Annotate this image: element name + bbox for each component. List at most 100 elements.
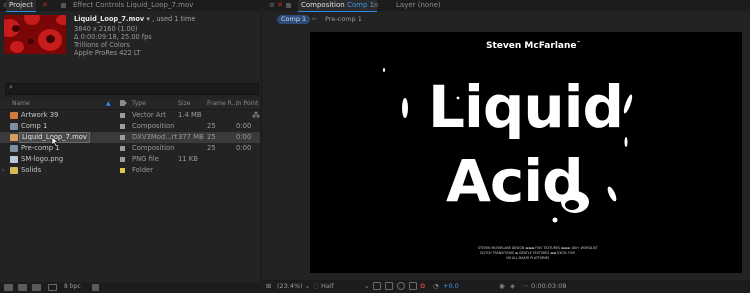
viewer-toolbar: ⊞ (23.4%) ⌄ ◌ Half ⌄ ✿ ◔ +0.0 ◉ ◈ ⋯ 0:00…	[263, 280, 750, 293]
trash-icon[interactable]	[92, 284, 99, 291]
viewer-tabbar: ≡ ✕ Composition Comp 1 ≡ Layer (none)	[263, 0, 750, 12]
grid-guides-icon[interactable]	[397, 282, 405, 290]
label-color-swatch[interactable]	[120, 135, 125, 140]
column-frame-rate[interactable]: Frame R...	[207, 100, 237, 107]
project-item[interactable]: Comp 1 Composition 25 0:00	[0, 121, 260, 132]
item-name: Solids	[21, 166, 42, 174]
search-input[interactable]: ⌕	[5, 83, 259, 95]
footage-icon	[10, 134, 18, 141]
tab-effect-controls-label: Effect Controls	[73, 1, 125, 9]
column-size[interactable]: Size	[178, 100, 190, 107]
label-color-swatch[interactable]	[120, 168, 125, 173]
column-name[interactable]: Name	[12, 100, 30, 107]
zoom-value: (23.4%)	[277, 282, 303, 290]
item-frame-rate: 25	[207, 133, 216, 141]
footage-name: Liquid_Loop_7.mov	[74, 15, 145, 23]
project-panel: ≡ Project ✕ Effect Controls Liquid_Loop_…	[0, 0, 260, 293]
bit-depth-label[interactable]: 8 bpc	[64, 283, 81, 290]
label-color-swatch[interactable]	[120, 146, 125, 151]
close-icon[interactable]: ✕	[274, 0, 286, 11]
item-size: 377 MB	[178, 133, 204, 141]
item-type: PNG file	[132, 155, 159, 163]
color-management-icon[interactable]: ✿	[420, 281, 425, 291]
item-size: 1.4 MB	[178, 111, 202, 119]
tab-composition-label: Composition	[301, 1, 345, 9]
transparency-grid-icon[interactable]	[385, 282, 393, 290]
vector-art-icon	[10, 112, 18, 119]
png-file-icon	[10, 156, 18, 163]
item-name: Artwork 39	[21, 111, 59, 119]
project-item[interactable]: Artwork 39 Vector Art 1.4 MB ⁂	[0, 110, 260, 121]
tab-layer[interactable]: Layer (none)	[393, 0, 444, 11]
effect-controls-lock-icon[interactable]	[61, 3, 66, 8]
always-preview-icon[interactable]: ⊞	[266, 281, 271, 291]
liquid-splash-shapes	[383, 68, 633, 223]
item-name: SM-logo.png	[21, 155, 64, 163]
footage-thumbnail	[4, 15, 66, 54]
show-snapshot-icon[interactable]: ◈	[510, 281, 515, 291]
subtab-comp-1[interactable]: Comp 1	[277, 15, 311, 24]
folder-icon	[10, 167, 18, 174]
column-header: Name ▲ Type Size Frame R... In Point	[0, 99, 260, 110]
exposure-value[interactable]: +0.0	[443, 281, 459, 291]
mask-icon[interactable]: ◌	[313, 281, 319, 291]
new-folder-icon[interactable]	[18, 284, 27, 291]
footage-codec: Apple ProRes 422 LT	[74, 49, 141, 57]
new-composition-icon[interactable]	[32, 284, 41, 291]
item-in-point: 0:00	[236, 122, 252, 130]
project-item[interactable]: Pre-comp 1 Composition 25 0:00	[0, 143, 260, 154]
tab-project[interactable]: Project	[6, 0, 36, 12]
current-time[interactable]: 0:00:03:08	[531, 281, 567, 291]
sort-icon[interactable]: ▲	[106, 100, 111, 107]
item-in-point: 0:00	[236, 144, 252, 152]
item-type: Composition	[132, 122, 175, 130]
tab-effect-controls[interactable]: Effect Controls Liquid_Loop_7.mov	[70, 0, 196, 11]
credits-line-1: STEVEN MCFARLANE DESIGN ▬▬▬ FIVE TEXTURE…	[478, 246, 598, 250]
region-of-interest-icon[interactable]	[373, 282, 381, 290]
show-channel-icon[interactable]: ⋯	[522, 281, 529, 291]
subtab-pre-comp-1[interactable]: Pre-comp 1	[321, 15, 366, 24]
item-type: DXV3Mod...rt	[132, 133, 178, 141]
item-type: Folder	[132, 166, 154, 174]
project-item[interactable]: › Solids Folder	[0, 165, 260, 176]
zoom-dropdown[interactable]: (23.4%) ⌄	[277, 281, 310, 291]
channel-icon[interactable]	[409, 282, 417, 290]
comp-navigator: Comp 1 ← Pre-comp 1	[263, 13, 750, 26]
item-type: Vector Art	[132, 111, 166, 119]
interpret-footage-icon[interactable]	[4, 284, 13, 291]
resolution-dropdown[interactable]: Half ⌄	[321, 281, 370, 291]
label-color-swatch[interactable]	[120, 157, 125, 162]
credits-line-3: ON ALL MAJOR PLATFORMS	[506, 256, 550, 260]
item-frame-rate: 25	[207, 122, 216, 130]
project-tabbar: ≡ Project ✕ Effect Controls Liquid_Loop_…	[0, 0, 260, 12]
label-color-swatch[interactable]	[120, 124, 125, 129]
composition-icon	[10, 145, 18, 152]
close-icon[interactable]: ✕	[39, 0, 51, 11]
composition-lock-icon[interactable]	[286, 3, 291, 8]
expand-arrow-icon[interactable]: ›	[2, 165, 4, 176]
project-settings-icon[interactable]	[48, 284, 57, 291]
item-in-point: 0:00	[236, 133, 252, 141]
item-name: Comp 1	[21, 122, 48, 130]
composition-canvas[interactable]: Steven McFarlane™ Liquid Acid STEVEN MCF…	[310, 32, 742, 273]
chevron-down-icon: ⌄	[364, 282, 370, 290]
exposure-reset-icon[interactable]: ◔	[433, 281, 439, 291]
resolution-value: Half	[321, 282, 334, 290]
item-type: Composition	[132, 144, 175, 152]
column-type[interactable]: Type	[132, 100, 146, 107]
search-icon: ⌕	[9, 83, 13, 91]
label-color-swatch[interactable]	[120, 113, 125, 118]
tab-composition[interactable]: Composition Comp 1	[298, 0, 378, 12]
project-item[interactable]: SM-logo.png PNG file 11 KB	[0, 154, 260, 165]
footage-usage: , used 1 time	[152, 15, 196, 23]
column-in-point[interactable]: In Point	[236, 100, 258, 107]
credits-line-2: GLITCH TRANSITIONS ▬ GENTLE TEXTURES ▬▬ …	[480, 251, 576, 255]
snapshot-icon[interactable]: ◉	[499, 281, 505, 291]
tab-menu-icon[interactable]: ≡	[370, 0, 382, 11]
dropdown-icon[interactable]: ▾	[147, 15, 150, 23]
flowchart-icon[interactable]: ⁂	[252, 110, 260, 121]
project-item-selected[interactable]: Liquid_Loop_7.mov DXV3Mod...rt 377 MB 25…	[0, 132, 260, 147]
label-column-icon[interactable]	[119, 99, 127, 109]
project-bottom-bar: 8 bpc	[0, 282, 260, 293]
chevron-down-icon: ⌄	[304, 282, 311, 290]
